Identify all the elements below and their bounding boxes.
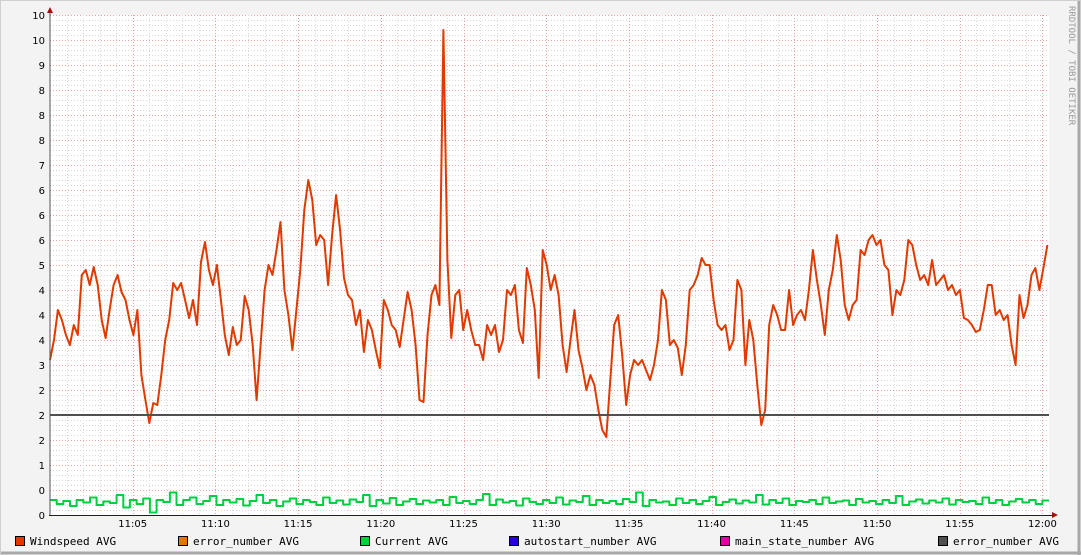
y-tick-label: 9 [39,61,45,72]
y-tick-label: 2 [39,386,45,397]
x-tick-label: 11:15 [284,519,313,530]
y-tick-label: 4 [39,336,45,347]
y-tick-label: 0 [39,486,45,497]
y-tick-label: 6 [39,186,45,197]
y-tick-label: 1 [39,461,45,472]
y-tick-label: 6 [39,236,45,247]
x-tick-label: 11:40 [697,519,726,530]
legend-swatch [360,536,370,546]
x-tick-label: 11:55 [945,519,974,530]
legend-label: autostart_number AVG [524,535,656,548]
legend-item: error_number AVG [178,535,299,548]
y-tick-label: 5 [39,261,45,272]
watermark: RRDTOOL / TOBI OETIKER [1066,6,1076,126]
legend-item: autostart_number AVG [509,535,656,548]
legend-label: main_state_number AVG [735,535,874,548]
x-tick-label: 11:20 [366,519,395,530]
y-tick-label: 8 [39,111,45,122]
legend-swatch [178,536,188,546]
legend-swatch [509,536,519,546]
legend-label: Current AVG [375,535,448,548]
x-tick-label: 11:50 [863,519,892,530]
legend-swatch [720,536,730,546]
y-tick-label: 4 [39,286,45,297]
x-tick-label: 11:35 [614,519,643,530]
legend-item: main_state_number AVG [720,535,874,548]
x-tick-label: 11:10 [201,519,230,530]
y-tick-label: 8 [39,86,45,97]
y-tick-label: 7 [39,161,45,172]
y-tick-label: 2 [39,411,45,422]
x-tick-label: 11:25 [449,519,478,530]
y-tick-label: 0 [39,511,45,522]
rrd-graph: 0 0 1 2 2 2 3 4 4 4 5 6 6 6 7 8 8 8 9 10 10 11:05 11:10 11:15 1… [0,0,1081,555]
y-tick-label: 3 [39,361,45,372]
x-tick-label: 11:45 [780,519,809,530]
x-tick-label: 11:30 [532,519,561,530]
legend-item: Windspeed AVG [15,535,116,548]
legend-label: Windspeed AVG [30,535,116,548]
y-tick-label: 10 [32,36,45,47]
legend-swatch [15,536,25,546]
legend-label: error_number AVG [953,535,1059,548]
y-tick-label: 10 [32,11,45,22]
y-tick-label: 8 [39,136,45,147]
legend-item: error_number AVG [938,535,1059,548]
y-tick-label: 2 [39,436,45,447]
x-tick-label: 12:00 [1028,519,1057,530]
legend-swatch [938,536,948,546]
legend-label: error_number AVG [193,535,299,548]
y-tick-label: 6 [39,211,45,222]
x-tick-label: 11:05 [118,519,147,530]
y-tick-label: 4 [39,311,45,322]
